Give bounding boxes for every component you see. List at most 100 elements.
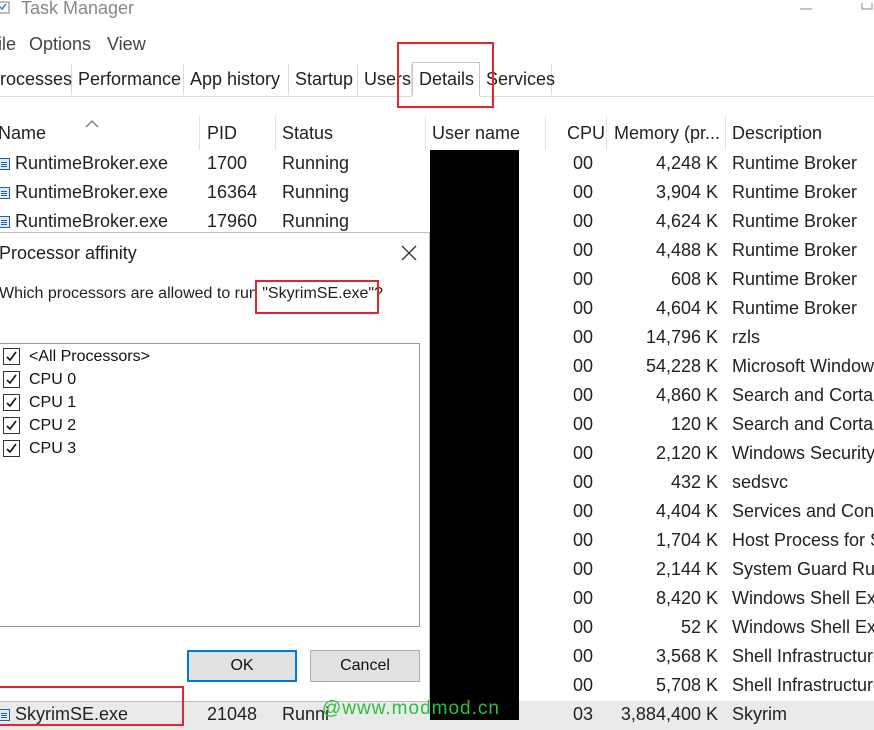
process-status: Running (282, 153, 350, 173)
close-icon[interactable] (399, 243, 419, 263)
process-cpu: 00 (573, 356, 594, 376)
process-description: Shell Infrastructure (732, 675, 874, 695)
process-cpu: 00 (573, 472, 594, 492)
process-name-highlight (255, 280, 379, 314)
process-cpu: 00 (573, 269, 594, 289)
processor-label: CPU 0 (29, 371, 77, 388)
process-memory: 608 K (670, 269, 718, 289)
process-description: rzls (732, 327, 760, 347)
ok-button[interactable]: OK (187, 650, 297, 682)
tab-app-history[interactable]: App history (184, 64, 289, 95)
process-memory: 52 K (680, 617, 718, 637)
column-separator[interactable] (199, 116, 200, 150)
watermark: @www.modmod.cn (322, 698, 500, 719)
process-description: Search and Cortar (732, 385, 874, 405)
checkbox-checked-icon[interactable] (3, 394, 20, 411)
tab-performance[interactable]: Performance (72, 64, 184, 95)
process-icon (0, 216, 10, 228)
tab-processes[interactable]: rocesses (0, 64, 72, 95)
window-title: Task Manager (21, 0, 135, 18)
process-cpu: 00 (573, 327, 594, 347)
process-status: Running (282, 182, 350, 202)
process-memory: 54,228 K (645, 356, 718, 376)
process-cpu: 00 (573, 559, 594, 579)
details-tab-highlight (397, 42, 494, 108)
process-memory: 4,604 K (655, 298, 718, 318)
process-description: Microsoft Window (732, 356, 874, 376)
column-separator[interactable] (275, 116, 276, 150)
column-separator[interactable] (725, 116, 726, 150)
process-cpu: 00 (573, 501, 594, 521)
process-pid: 21048 (207, 704, 258, 724)
process-pid: 17960 (207, 211, 258, 231)
process-cpu: 00 (573, 414, 594, 434)
checkbox-checked-icon[interactable] (3, 440, 20, 457)
column-separator[interactable] (606, 116, 607, 150)
process-description: System Guard Run (732, 559, 874, 579)
process-memory: 4,404 K (655, 501, 718, 521)
process-cpu: 00 (573, 385, 594, 405)
process-name: RuntimeBroker.exe (15, 211, 169, 231)
column-header-name[interactable]: Name (0, 116, 46, 150)
column-separator[interactable] (545, 116, 546, 150)
processor-list: <All Processors> CPU 0 CPU 1 CPU 2 CPU 3 (0, 343, 420, 627)
tab-startup[interactable]: Startup (289, 64, 358, 95)
column-separator[interactable] (425, 116, 426, 150)
process-icon (0, 187, 10, 199)
process-description: Shell Infrastructure (732, 646, 874, 666)
redacted-user-names (430, 150, 519, 720)
column-header-cpu[interactable]: CPU (567, 116, 605, 150)
process-status: Running (282, 211, 350, 231)
process-name: RuntimeBroker.exe (15, 182, 169, 202)
process-cpu: 00 (573, 298, 594, 318)
process-memory: 14,796 K (645, 327, 718, 347)
process-cpu: 00 (573, 182, 594, 202)
title-bar: Task Manager (0, 0, 874, 26)
column-header-description[interactable]: Description (732, 116, 822, 150)
process-memory: 2,120 K (655, 443, 718, 463)
process-memory: 4,248 K (655, 153, 718, 173)
minimize-icon[interactable] (798, 0, 814, 10)
column-header-user-name[interactable]: User name (432, 116, 520, 150)
process-memory: 3,884,400 K (620, 704, 718, 724)
menu-options[interactable]: Options (29, 34, 91, 55)
process-name: RuntimeBroker.exe (15, 153, 169, 173)
process-cpu: 00 (573, 646, 594, 666)
checkbox-checked-icon[interactable] (3, 417, 20, 434)
menu-file[interactable]: ile (0, 34, 16, 55)
process-description: Windows Shell Exp (732, 588, 874, 608)
process-cpu: 00 (573, 617, 594, 637)
process-cpu: 03 (573, 704, 594, 724)
process-description: Windows Security (732, 443, 874, 463)
processor-label: CPU 1 (29, 394, 77, 411)
process-pid: 1700 (207, 153, 248, 173)
menu-view[interactable]: View (107, 34, 146, 55)
checkbox-checked-icon[interactable] (3, 348, 20, 365)
column-header-status[interactable]: Status (282, 116, 333, 150)
process-memory: 3,568 K (655, 646, 718, 666)
process-description: Runtime Broker (732, 182, 858, 202)
column-header-pid[interactable]: PID (207, 116, 237, 150)
column-header-memory[interactable]: Memory (pr... (614, 116, 720, 150)
process-memory: 4,624 K (655, 211, 718, 231)
process-pid: 16364 (207, 182, 258, 202)
process-memory: 1,704 K (655, 530, 718, 550)
cancel-button[interactable]: Cancel (310, 650, 420, 682)
process-memory: 3,904 K (655, 182, 718, 202)
process-description: Runtime Broker (732, 240, 858, 260)
process-memory: 5,708 K (655, 675, 718, 695)
skyrim-row-highlight (0, 686, 184, 726)
question-text: Which processors are allowed to run (0, 285, 263, 302)
process-description: sedsvc (732, 472, 789, 492)
process-description: Search and Cortar (732, 414, 874, 434)
processor-label: <All Processors> (29, 348, 150, 365)
process-cpu: 00 (573, 153, 594, 173)
process-description: Skyrim (732, 704, 787, 724)
maximize-icon[interactable] (860, 0, 874, 10)
processor-label: CPU 3 (29, 440, 77, 457)
process-description: Host Process for S (732, 530, 874, 550)
checkbox-checked-icon[interactable] (3, 371, 20, 388)
process-cpu: 00 (573, 530, 594, 550)
process-description: Runtime Broker (732, 269, 858, 289)
process-cpu: 00 (573, 675, 594, 695)
